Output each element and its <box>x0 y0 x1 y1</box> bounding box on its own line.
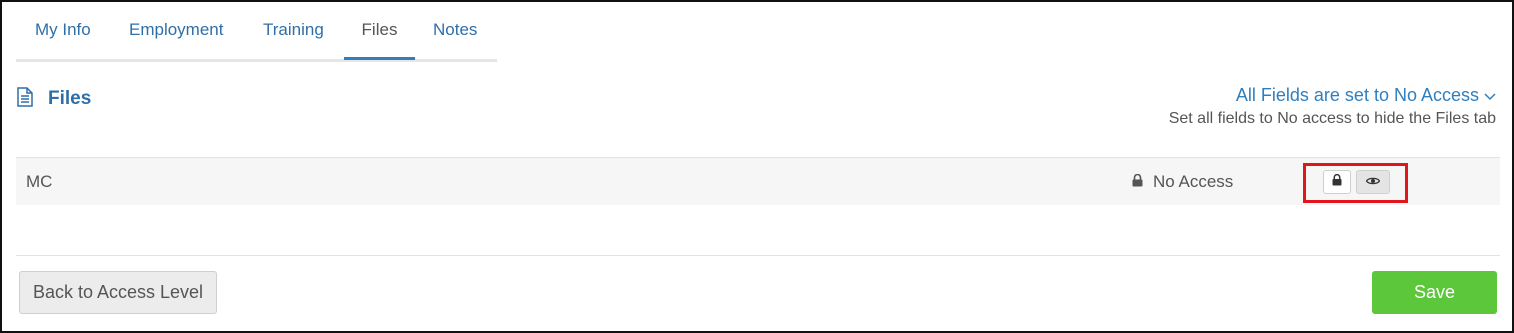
tab-training[interactable]: Training <box>263 2 324 59</box>
tab-files[interactable]: Files <box>344 2 415 60</box>
save-button[interactable]: Save <box>1372 271 1497 314</box>
lock-icon <box>1332 173 1342 191</box>
tab-notes[interactable]: Notes <box>433 2 477 59</box>
footer-divider <box>16 255 1500 256</box>
chevron-down-icon <box>1479 85 1496 106</box>
back-to-access-level-button[interactable]: Back to Access Level <box>19 271 217 314</box>
section-title: Files <box>48 88 92 109</box>
lock-icon <box>1132 172 1153 192</box>
row-status-label: No Access <box>1153 171 1234 191</box>
row-label: MC <box>26 172 53 191</box>
table-row: MC No Access <box>16 157 1500 205</box>
access-level-dropdown[interactable]: All Fields are set to No Access <box>1236 85 1496 106</box>
set-view-access-button[interactable] <box>1356 170 1390 194</box>
tab-my-info[interactable]: My Info <box>35 2 91 59</box>
section-header: Files <box>16 86 91 112</box>
tab-bar: My Info Employment Training Files Notes <box>16 2 497 62</box>
set-no-access-button[interactable] <box>1323 170 1351 194</box>
eye-icon <box>1365 173 1381 191</box>
document-icon <box>16 86 34 112</box>
row-status: No Access <box>1132 158 1233 205</box>
access-hint: Set all fields to No access to hide the … <box>1168 110 1496 127</box>
access-level-label: All Fields are set to No Access <box>1235 85 1479 105</box>
tab-employment[interactable]: Employment <box>129 2 223 59</box>
